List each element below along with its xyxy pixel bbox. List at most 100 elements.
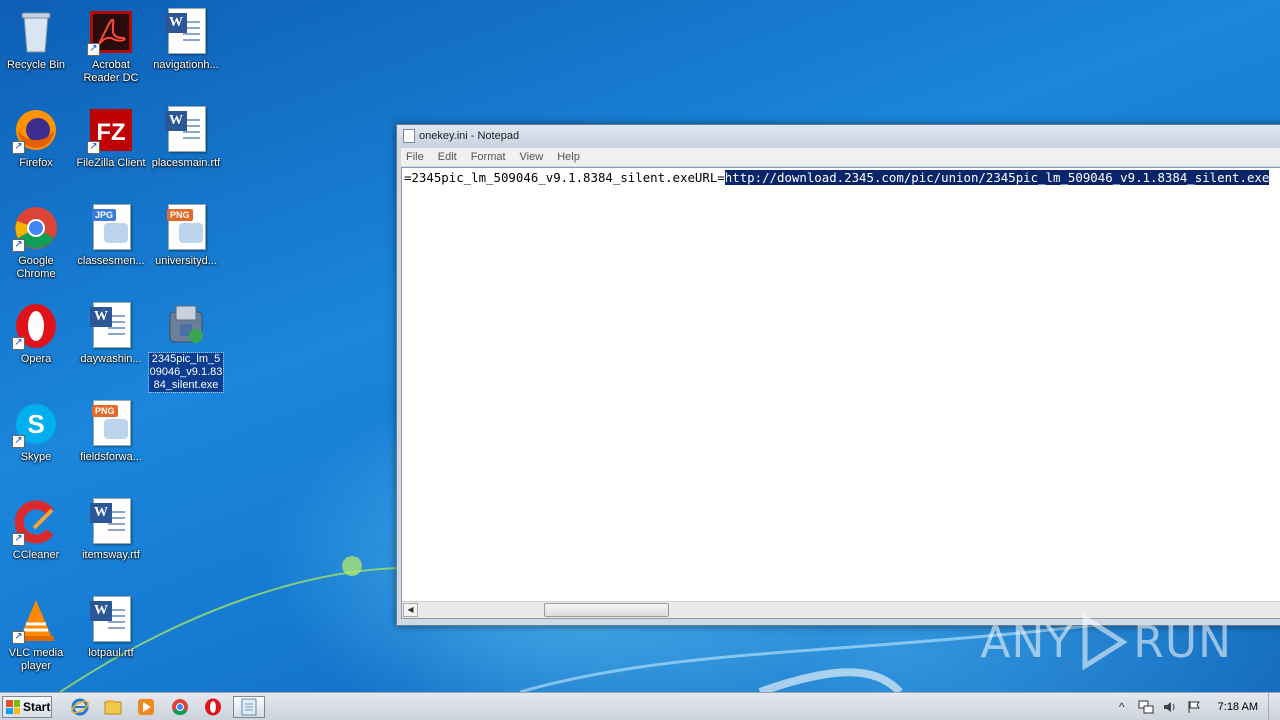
opera-icon bbox=[205, 698, 221, 716]
desktop-icon-label: lotpaul.rtf bbox=[88, 647, 134, 659]
desktop-icon-label: navigationh... bbox=[153, 59, 219, 71]
jpg-file-icon: JPG bbox=[87, 204, 135, 252]
shortcut-arrow-icon: ↗ bbox=[12, 141, 25, 154]
installer-exe-icon bbox=[162, 302, 210, 350]
desktop-icon-label: universityd... bbox=[155, 255, 217, 267]
shortcut-arrow-icon: ↗ bbox=[87, 43, 100, 56]
taskbar-opera[interactable] bbox=[199, 696, 227, 718]
desktop-icon-classesmen[interactable]: JPG classesmen... bbox=[73, 198, 149, 290]
clock[interactable]: 7:18 AM bbox=[1218, 701, 1258, 713]
text-editor-area[interactable]: =2345pic_lm_509046_v9.1.8384_silent.exeU… bbox=[401, 167, 1280, 619]
desktop-icon-placesmain[interactable]: W placesmain.rtf bbox=[148, 100, 224, 192]
word-badge: W bbox=[90, 307, 112, 327]
desktop-icon-label: VLC media player bbox=[8, 647, 64, 672]
start-label: Start bbox=[23, 700, 51, 714]
network-icon[interactable] bbox=[1137, 698, 1155, 716]
word-document-icon: W bbox=[87, 596, 135, 644]
png-file-icon: PNG bbox=[87, 400, 135, 448]
notepad-icon bbox=[403, 129, 415, 143]
word-badge: W bbox=[90, 503, 112, 523]
desktop-icon-acrobat-reader[interactable]: ↗ Acrobat Reader DC bbox=[73, 2, 149, 94]
show-desktop-button[interactable] bbox=[1268, 693, 1280, 720]
menu-file[interactable]: File bbox=[405, 150, 425, 164]
png-file-icon: PNG bbox=[162, 204, 210, 252]
taskbar-chrome[interactable] bbox=[166, 696, 194, 718]
anyrun-watermark: ANY RUN bbox=[980, 612, 1232, 672]
desktop-icon-firefox[interactable]: ↗ Firefox bbox=[0, 100, 74, 192]
taskbar-file-explorer[interactable] bbox=[99, 696, 127, 718]
taskbar-internet-explorer[interactable] bbox=[66, 696, 94, 718]
menu-help[interactable]: Help bbox=[556, 150, 581, 164]
notepad-window[interactable]: onekey.ini - Notepad File Edit Format Vi… bbox=[396, 124, 1280, 626]
volume-icon[interactable] bbox=[1161, 698, 1179, 716]
desktop-icon-universityd[interactable]: PNG universityd... bbox=[148, 198, 224, 290]
shortcut-arrow-icon: ↗ bbox=[12, 239, 25, 252]
desktop-icon-2345pic-installer[interactable]: 2345pic_lm_509046_v9.1.8384_silent.exe bbox=[148, 296, 224, 393]
jpg-badge: JPG bbox=[92, 209, 117, 221]
desktop-icon-opera[interactable]: ↗ Opera bbox=[0, 296, 74, 388]
shortcut-arrow-icon: ↗ bbox=[87, 141, 100, 154]
shortcut-arrow-icon: ↗ bbox=[12, 337, 25, 350]
filezilla-icon: FZ ↗ bbox=[87, 106, 135, 154]
skype-icon: S ↗ bbox=[12, 400, 60, 448]
desktop-icon-itemsway[interactable]: W itemsway.rtf bbox=[73, 492, 149, 584]
internet-explorer-icon bbox=[71, 698, 89, 716]
desktop-icon-navigationh[interactable]: W navigationh... bbox=[148, 2, 224, 94]
notepad-icon bbox=[241, 698, 257, 716]
desktop-icon-fieldsforwa[interactable]: PNG fieldsforwa... bbox=[73, 394, 149, 486]
desktop-icon-lotpaul[interactable]: W lotpaul.rtf bbox=[73, 590, 149, 682]
taskbar-media-player[interactable] bbox=[132, 696, 160, 718]
desktop-icon-skype[interactable]: S ↗ Skype bbox=[0, 394, 74, 486]
start-button[interactable]: Start bbox=[2, 696, 52, 718]
word-badge: W bbox=[165, 111, 187, 131]
png-badge: PNG bbox=[92, 405, 118, 417]
menu-view[interactable]: View bbox=[519, 150, 545, 164]
skype-letter: S bbox=[27, 409, 44, 439]
menu-format[interactable]: Format bbox=[470, 150, 507, 164]
scroll-left-button[interactable]: ◀ bbox=[403, 603, 418, 617]
scrollbar-thumb[interactable] bbox=[544, 603, 669, 617]
desktop-icon-label: Acrobat Reader DC bbox=[83, 59, 139, 84]
watermark-text-left: ANY bbox=[980, 616, 1074, 668]
word-document-icon: W bbox=[87, 498, 135, 546]
taskbar: Start ^ 7:18 AM bbox=[0, 692, 1280, 720]
desktop-icon-label: itemsway.rtf bbox=[82, 549, 140, 561]
menu-edit[interactable]: Edit bbox=[437, 150, 458, 164]
text-unselected: =2345pic_lm_509046_v9.1.8384_silent.exeU… bbox=[404, 170, 725, 185]
action-center-flag-icon[interactable] bbox=[1185, 698, 1203, 716]
window-title: onekey.ini - Notepad bbox=[419, 130, 520, 142]
menu-bar: File Edit Format View Help bbox=[401, 148, 1280, 166]
desktop-icon-label: classesmen... bbox=[77, 255, 145, 267]
desktop-icon-recycle-bin[interactable]: Recycle Bin bbox=[0, 2, 74, 94]
desktop-icon-label: Google Chrome bbox=[16, 255, 56, 280]
desktop-icon-vlc[interactable]: ↗ VLC media player bbox=[0, 590, 74, 682]
desktop-icon-label: Opera bbox=[20, 353, 52, 365]
file-explorer-icon bbox=[104, 700, 122, 715]
desktop-icon-label: fieldsforwa... bbox=[80, 451, 142, 463]
desktop-icon-daywashin[interactable]: W daywashin... bbox=[73, 296, 149, 388]
recycle-bin-icon bbox=[12, 8, 60, 56]
play-logo-icon bbox=[1082, 614, 1128, 670]
desktop-icon-label: Skype bbox=[20, 451, 52, 463]
word-document-icon: W bbox=[162, 106, 210, 154]
desktop-icon-label: 2345pic_lm_509046_v9.1.8384_silent.exe bbox=[148, 352, 224, 393]
chrome-icon bbox=[172, 699, 188, 716]
window-titlebar[interactable]: onekey.ini - Notepad bbox=[397, 125, 1280, 147]
taskbar-notepad[interactable] bbox=[233, 696, 265, 718]
word-document-icon: W bbox=[87, 302, 135, 350]
desktop-icon-label: placesmain.rtf bbox=[151, 157, 221, 169]
shortcut-arrow-icon: ↗ bbox=[12, 631, 25, 644]
vlc-icon: ↗ bbox=[12, 596, 60, 644]
desktop-icon-filezilla[interactable]: FZ ↗ FileZilla Client bbox=[73, 100, 149, 192]
desktop-icon-label: Recycle Bin bbox=[6, 59, 66, 71]
word-badge: W bbox=[90, 601, 112, 621]
desktop-icon-ccleaner[interactable]: ↗ CCleaner bbox=[0, 492, 74, 584]
word-document-icon: W bbox=[162, 8, 210, 56]
show-hidden-icons-button[interactable]: ^ bbox=[1113, 698, 1131, 716]
desktop-icon-label: CCleaner bbox=[12, 549, 60, 561]
firefox-icon: ↗ bbox=[12, 106, 60, 154]
watermark-text-right: RUN bbox=[1133, 616, 1232, 668]
shortcut-arrow-icon: ↗ bbox=[12, 435, 25, 448]
desktop-icon-google-chrome[interactable]: ↗ Google Chrome bbox=[0, 198, 74, 290]
shortcut-arrow-icon: ↗ bbox=[12, 533, 25, 546]
